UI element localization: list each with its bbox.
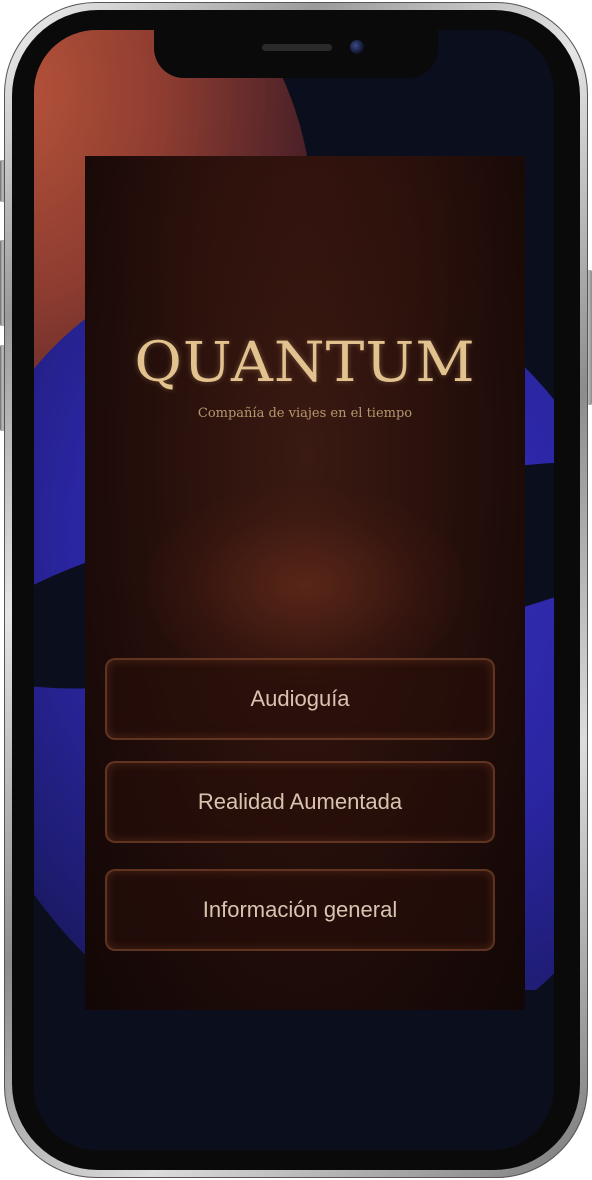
audioguia-button[interactable]: Audioguía: [105, 658, 495, 740]
speaker-grille: [262, 44, 332, 51]
app-screen: QUANTUM Compañía de viajes en el tiempo …: [85, 156, 525, 1010]
background-glow: [145, 486, 465, 686]
front-camera-icon: [350, 40, 364, 54]
app-tagline: Compañía de viajes en el tiempo: [197, 406, 413, 421]
informacion-general-button-label: Información general: [202, 897, 398, 922]
informacion-general-button[interactable]: Información general: [105, 869, 495, 951]
wallpaper-bottom: [34, 990, 554, 1150]
app-logo: QUANTUM: [134, 329, 476, 395]
phone-notch: [154, 30, 438, 78]
realidad-aumentada-button-label: Realidad Aumentada: [197, 789, 403, 814]
realidad-aumentada-button[interactable]: Realidad Aumentada: [105, 761, 495, 843]
device-mockup: QUANTUM Compañía de viajes en el tiempo …: [0, 0, 592, 1180]
audioguia-button-label: Audioguía: [250, 686, 350, 711]
